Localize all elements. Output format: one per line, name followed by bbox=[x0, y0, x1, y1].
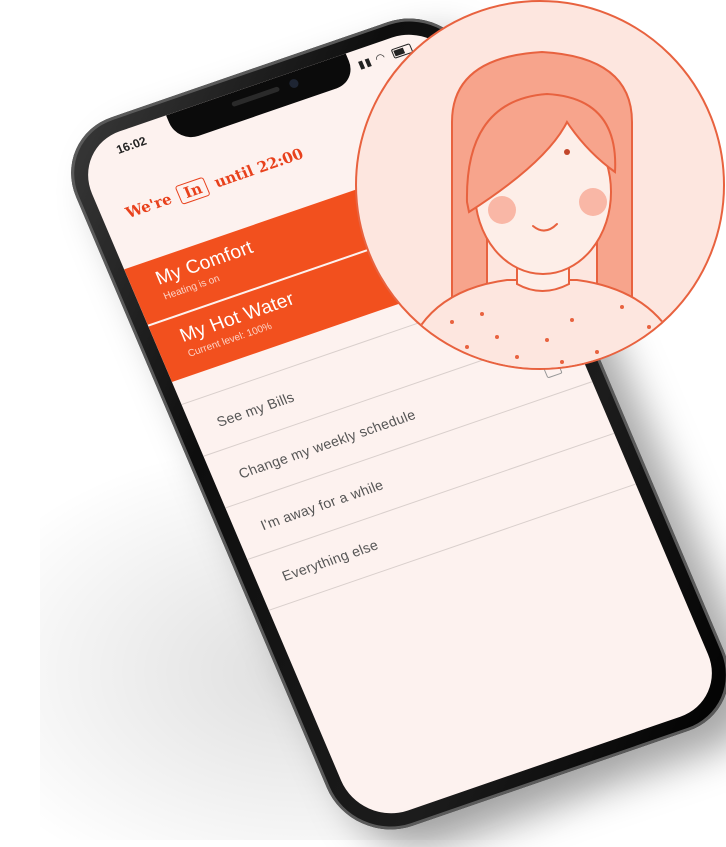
status-time: 16:02 bbox=[114, 133, 149, 157]
presence-status: We're In until 22:00 bbox=[123, 144, 307, 223]
speaker-grille bbox=[231, 86, 281, 108]
menu-item-label: See my Bills bbox=[213, 388, 297, 430]
presence-prefix: We're bbox=[122, 189, 175, 222]
presence-suffix: until 22:00 bbox=[211, 144, 307, 192]
menu-item-label: Everything else bbox=[279, 536, 381, 584]
user-avatar-illustration bbox=[355, 0, 725, 370]
presence-toggle[interactable]: In bbox=[174, 176, 212, 205]
camera-icon bbox=[287, 77, 300, 90]
phone-notch bbox=[166, 53, 358, 144]
avatar-girl-icon bbox=[401, 50, 687, 368]
